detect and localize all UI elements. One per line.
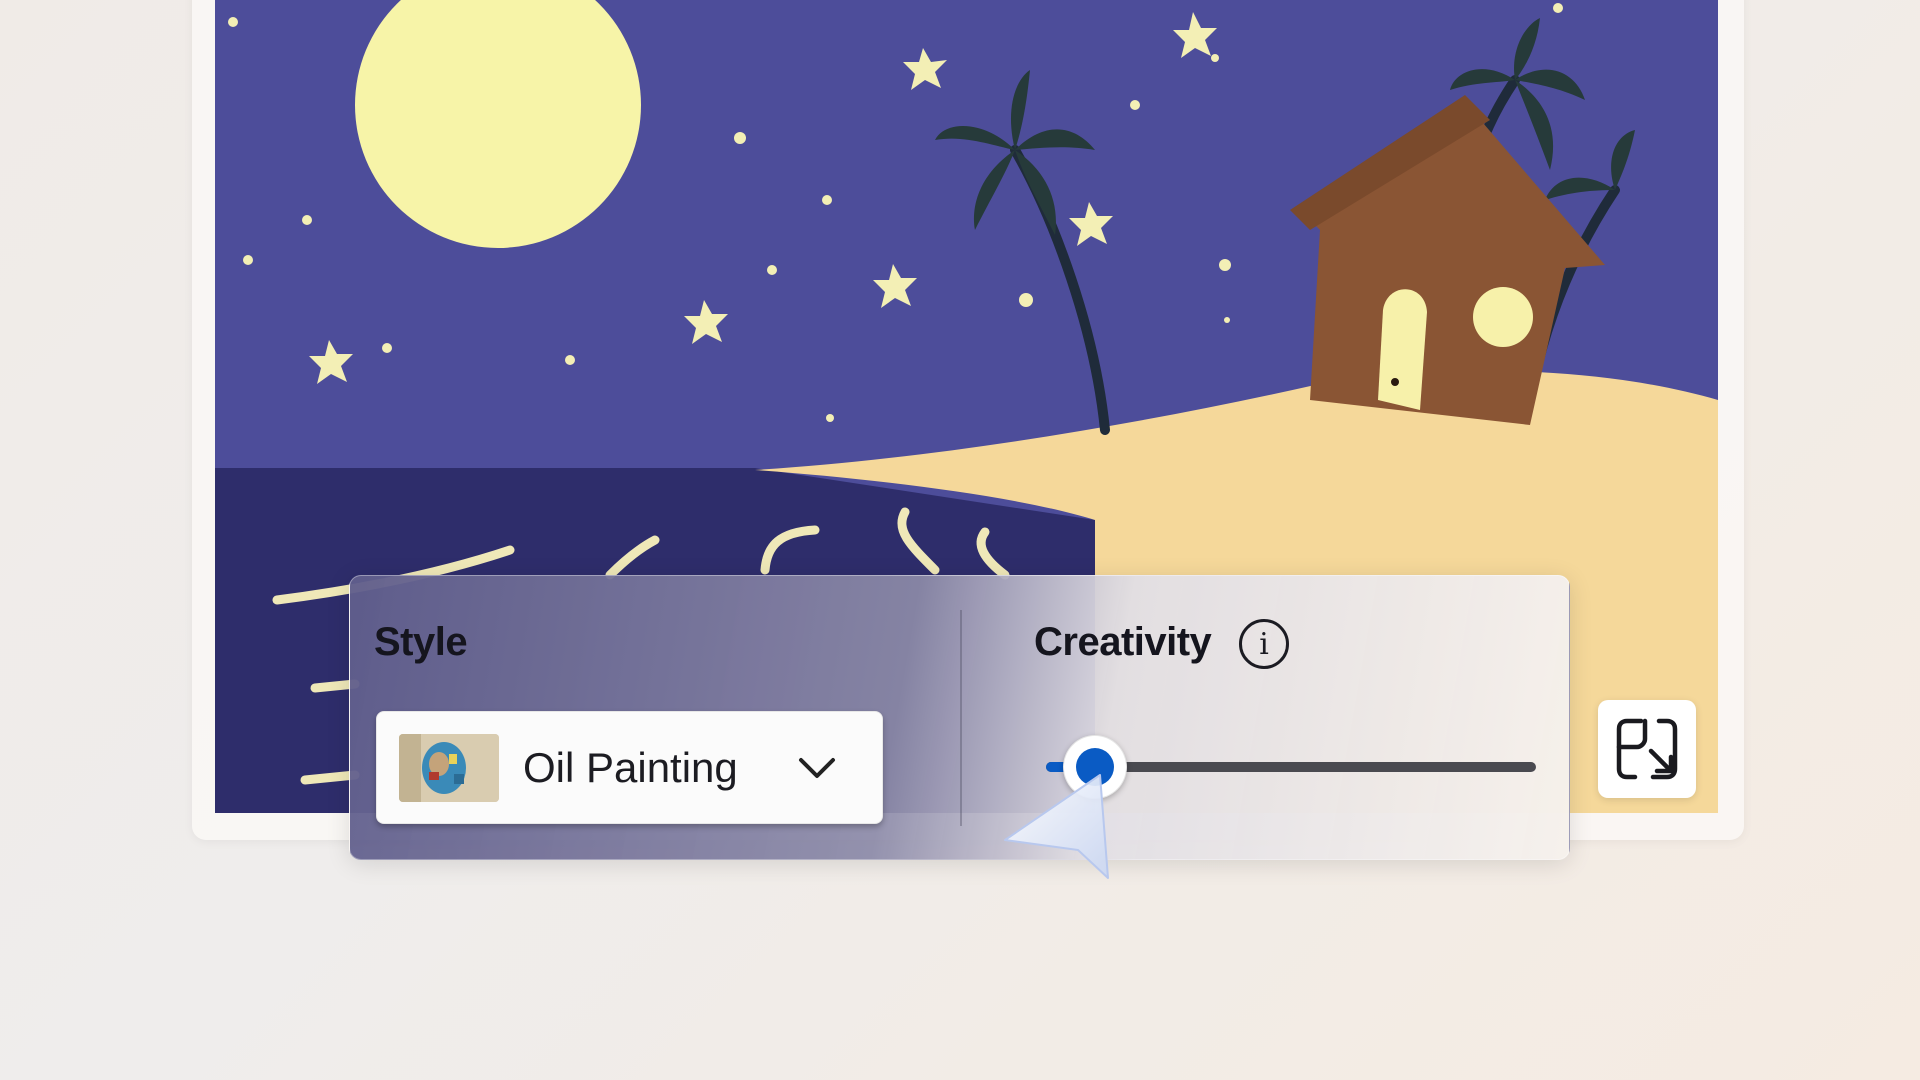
creativity-slider[interactable] — [1046, 735, 1536, 799]
style-dropdown-value: Oil Painting — [523, 743, 738, 791]
style-thumbnail — [399, 733, 499, 802]
style-dropdown[interactable]: Oil Painting — [376, 711, 883, 824]
resize-button[interactable] — [1598, 700, 1696, 798]
chevron-down-icon — [797, 748, 837, 788]
resize-expand-icon — [1616, 718, 1678, 780]
style-label: Style — [374, 620, 468, 664]
creativity-label: Creativity — [1034, 620, 1212, 664]
info-icon[interactable]: i — [1239, 619, 1289, 669]
panel-divider — [960, 610, 962, 826]
style-settings-panel: Style Oil Painting Creativity i — [349, 575, 1570, 860]
creativity-slider-thumb[interactable] — [1063, 735, 1127, 799]
